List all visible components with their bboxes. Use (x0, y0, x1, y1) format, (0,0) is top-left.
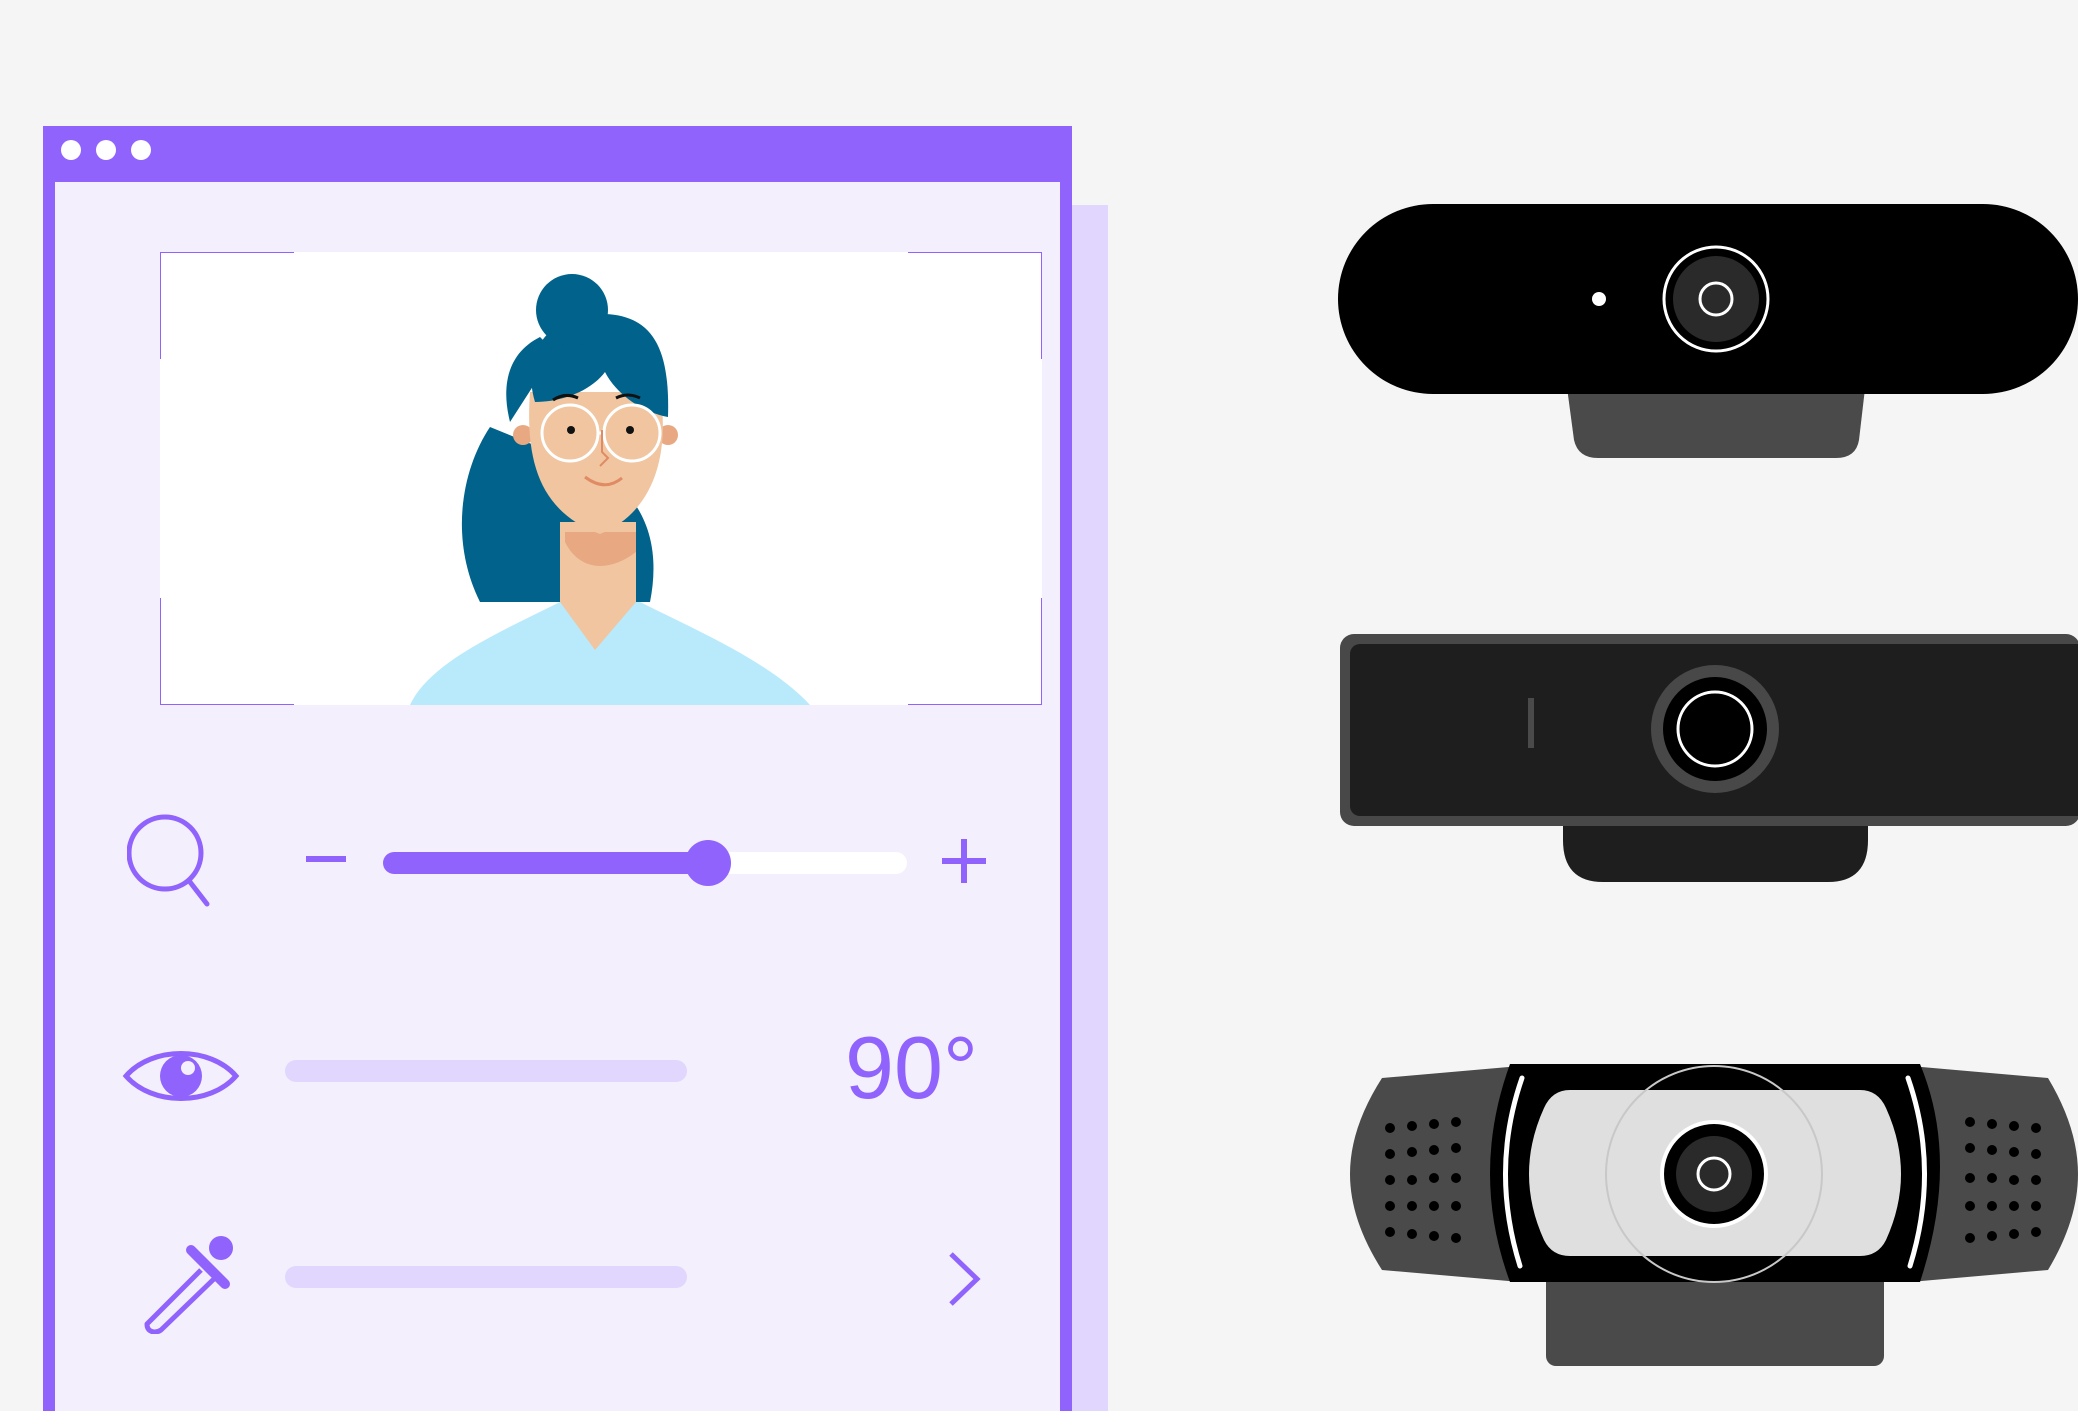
field-of-view-value: 90° (845, 1018, 979, 1117)
frame-corner (160, 252, 294, 359)
zoom-slider-fill (383, 852, 708, 874)
search-icon (127, 814, 210, 907)
zoom-in-button[interactable] (942, 839, 986, 883)
eyedropper-icon (144, 1236, 233, 1334)
webcam-bar-icon[interactable] (1336, 200, 2078, 470)
frame-corner (160, 598, 294, 705)
eye-icon (122, 1051, 240, 1101)
camera-settings-window: 90° (43, 126, 1072, 1411)
window-titlebar[interactable] (43, 126, 1072, 182)
window-maximize-dot[interactable] (131, 140, 151, 160)
zoom-slider-thumb[interactable] (685, 840, 731, 886)
color-picker-track[interactable] (285, 1266, 687, 1288)
frame-corner (908, 252, 1042, 359)
frame-corner (908, 598, 1042, 705)
window-close-dot[interactable] (61, 140, 81, 160)
window-minimize-dot[interactable] (96, 140, 116, 160)
field-of-view-track[interactable] (285, 1060, 687, 1082)
camera-preview (160, 252, 1042, 705)
chevron-right-icon[interactable] (947, 1250, 981, 1308)
webcam-speaker-icon[interactable] (1350, 1060, 2078, 1370)
settings-panel: 90° (55, 182, 1060, 1411)
webcam-box-icon[interactable] (1338, 630, 2078, 890)
zoom-out-button[interactable] (306, 854, 346, 864)
